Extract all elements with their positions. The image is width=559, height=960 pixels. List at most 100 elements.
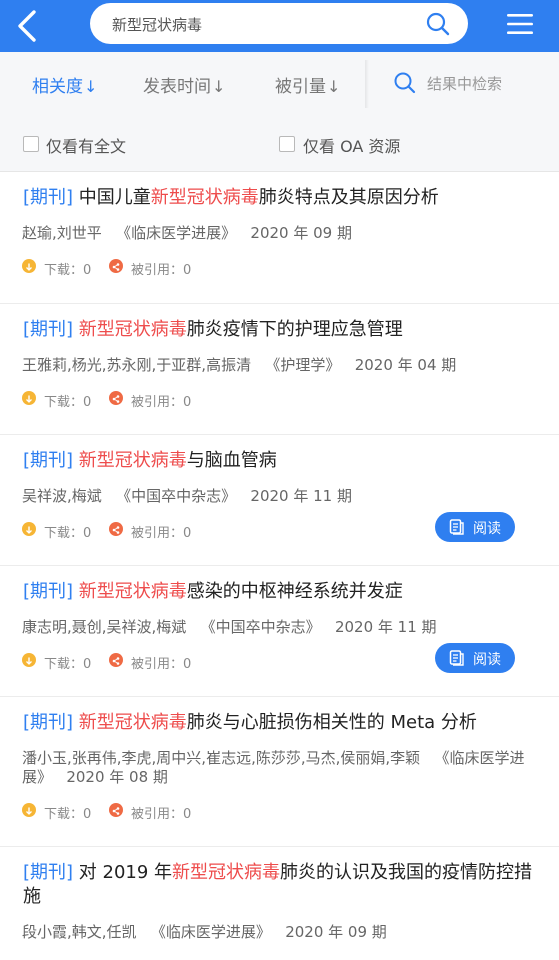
keyword-highlight: 新型冠状病毒	[78, 581, 187, 602]
result-meta: 吴祥波,梅斌 《中国卒中杂志》 2020 年 11 期	[22, 487, 537, 506]
cited-share-icon	[109, 391, 123, 405]
search-bar[interactable]: 新型冠状病毒	[90, 3, 468, 44]
result-item[interactable]: [期刊] 新型冠状病毒肺炎与心脏损伤相关性的 Meta 分析 潘小玉,张再伟,李…	[0, 697, 559, 847]
download-count: 下载：0	[44, 657, 92, 672]
journal: 《护理学》	[265, 356, 341, 374]
sort-down-arrow-icon: ↓	[84, 77, 98, 96]
result-meta: 段小霞,韩文,任凯 《临床医学进展》 2020 年 09 期	[22, 923, 537, 942]
result-meta: 潘小玉,张再伟,李虎,周中兴,崔志远,陈莎莎,马杰,侯丽娟,李颖 《临床医学进展…	[22, 749, 537, 787]
search-icon	[394, 72, 416, 94]
cited-count: 被引用：0	[131, 657, 192, 672]
authors: 段小霞,韩文,任凯	[22, 923, 137, 941]
result-item[interactable]: [期刊] 新型冠状病毒与脑血管病 吴祥波,梅斌 《中国卒中杂志》 2020 年 …	[0, 435, 559, 566]
result-meta: 赵瑜,刘世平 《临床医学进展》 2020 年 09 期	[22, 224, 537, 243]
download-icon	[22, 391, 36, 405]
keyword-highlight: 新型冠状病毒	[150, 187, 259, 208]
result-title[interactable]: [期刊] 对 2019 年新型冠状病毒肺炎的认识及我国的疫情防控措施	[23, 861, 537, 909]
type-tag: [期刊]	[23, 319, 74, 340]
result-meta: 康志明,聂创,吴祥波,梅斌 《中国卒中杂志》 2020 年 11 期	[22, 618, 537, 637]
search-input[interactable]: 新型冠状病毒	[112, 14, 202, 35]
sort-down-arrow-icon: ↓	[327, 77, 341, 96]
menu-icon[interactable]	[507, 13, 533, 35]
search-within-label: 结果中检索	[427, 75, 503, 93]
result-title[interactable]: [期刊] 新型冠状病毒与脑血管病	[23, 449, 537, 473]
journal: 《临床医学进展》	[116, 224, 237, 242]
journal: 《中国卒中杂志》	[116, 487, 237, 505]
result-title[interactable]: [期刊] 新型冠状病毒感染的中枢神经系统并发症	[23, 580, 537, 604]
cited-count: 被引用：0	[131, 263, 192, 278]
issue: 2020 年 09 期	[250, 224, 352, 242]
issue: 2020 年 08 期	[66, 768, 168, 786]
download-count: 下载：0	[44, 526, 92, 541]
authors: 赵瑜,刘世平	[22, 224, 102, 242]
keyword-highlight: 新型冠状病毒	[78, 712, 187, 733]
read-button-label: 阅读	[473, 521, 501, 537]
sort-cited-tab[interactable]: 被引量↓	[275, 72, 340, 97]
document-icon	[449, 650, 464, 666]
oa-checkbox[interactable]	[279, 136, 295, 152]
cited-share-icon	[109, 653, 123, 667]
issue: 2020 年 11 期	[250, 487, 352, 505]
type-tag: [期刊]	[23, 450, 74, 471]
result-stats: 下载：0 被引用：0 阅读	[22, 637, 537, 683]
download-icon	[22, 259, 36, 273]
journal: 《中国卒中杂志》	[200, 618, 321, 636]
result-stats: 下载：0 被引用：0 阅读	[22, 506, 537, 552]
result-stats: 下载：0 被引用：0	[22, 787, 537, 833]
type-tag: [期刊]	[23, 187, 74, 208]
result-stats: 下载：0 被引用：0	[22, 243, 537, 289]
download-icon	[22, 522, 36, 536]
authors: 潘小玉,张再伟,李虎,周中兴,崔志远,陈莎莎,马杰,侯丽娟,李颖	[22, 749, 421, 767]
issue: 2020 年 09 期	[285, 923, 387, 941]
download-count: 下载：0	[44, 807, 92, 822]
type-tag: [期刊]	[23, 712, 74, 733]
cited-share-icon	[109, 259, 123, 273]
filter-bar: 仅看有全文 仅看 OA 资源	[0, 116, 559, 172]
result-meta: 王雅莉,杨光,苏永刚,于亚群,高振清 《护理学》 2020 年 04 期	[22, 356, 537, 375]
oa-label[interactable]: 仅看 OA 资源	[303, 133, 400, 157]
keyword-highlight: 新型冠状病毒	[78, 319, 187, 340]
sort-bar: 相关度↓ 发表时间↓ 被引量↓ 结果中检索	[0, 52, 559, 116]
keyword-highlight: 新型冠状病毒	[172, 862, 281, 883]
authors: 王雅莉,杨光,苏永刚,于亚群,高振清	[22, 356, 252, 374]
type-tag: [期刊]	[23, 581, 74, 602]
sort-relevance-tab[interactable]: 相关度↓	[32, 72, 97, 97]
cited-share-icon	[109, 522, 123, 536]
keyword-highlight: 新型冠状病毒	[78, 450, 187, 471]
read-button[interactable]: 阅读	[435, 512, 515, 542]
result-stats: 下载：0 被引用：0	[22, 375, 537, 421]
document-icon	[449, 519, 464, 535]
sort-date-tab[interactable]: 发表时间↓	[143, 72, 225, 97]
download-count: 下载：0	[44, 395, 92, 410]
cited-count: 被引用：0	[131, 395, 192, 410]
fulltext-label[interactable]: 仅看有全文	[46, 133, 126, 157]
result-title[interactable]: [期刊] 新型冠状病毒肺炎疫情下的护理应急管理	[23, 318, 537, 342]
type-tag: [期刊]	[23, 862, 74, 883]
sort-divider	[365, 60, 369, 108]
result-item[interactable]: [期刊] 中国儿童新型冠状病毒肺炎特点及其原因分析 赵瑜,刘世平 《临床医学进展…	[0, 172, 559, 304]
result-item[interactable]: [期刊] 对 2019 年新型冠状病毒肺炎的认识及我国的疫情防控措施 段小霞,韩…	[0, 847, 559, 957]
search-icon[interactable]	[426, 12, 450, 36]
issue: 2020 年 04 期	[354, 356, 457, 374]
read-button[interactable]: 阅读	[435, 643, 515, 673]
result-title[interactable]: [期刊] 中国儿童新型冠状病毒肺炎特点及其原因分析	[23, 186, 537, 210]
issue: 2020 年 11 期	[334, 618, 437, 636]
read-button-label: 阅读	[473, 652, 501, 668]
result-item[interactable]: [期刊] 新型冠状病毒肺炎疫情下的护理应急管理 王雅莉,杨光,苏永刚,于亚群,高…	[0, 304, 559, 435]
result-item[interactable]: [期刊] 新型冠状病毒感染的中枢神经系统并发症 康志明,聂创,吴祥波,梅斌 《中…	[0, 566, 559, 697]
cited-share-icon	[109, 803, 123, 817]
result-title[interactable]: [期刊] 新型冠状病毒肺炎与心脏损伤相关性的 Meta 分析	[23, 711, 537, 735]
authors: 吴祥波,梅斌	[22, 487, 102, 505]
top-bar: 新型冠状病毒	[0, 0, 559, 52]
download-icon	[22, 803, 36, 817]
fulltext-checkbox[interactable]	[23, 136, 39, 152]
download-count: 下载：0	[44, 263, 92, 278]
sort-down-arrow-icon: ↓	[212, 77, 226, 96]
download-icon	[22, 653, 36, 667]
cited-count: 被引用：0	[131, 807, 192, 822]
cited-count: 被引用：0	[131, 526, 192, 541]
journal: 《临床医学进展》	[150, 923, 271, 941]
authors: 康志明,聂创,吴祥波,梅斌	[22, 618, 187, 636]
result-list: [期刊] 中国儿童新型冠状病毒肺炎特点及其原因分析 赵瑜,刘世平 《临床医学进展…	[0, 172, 559, 957]
back-arrow-icon[interactable]	[14, 8, 44, 44]
